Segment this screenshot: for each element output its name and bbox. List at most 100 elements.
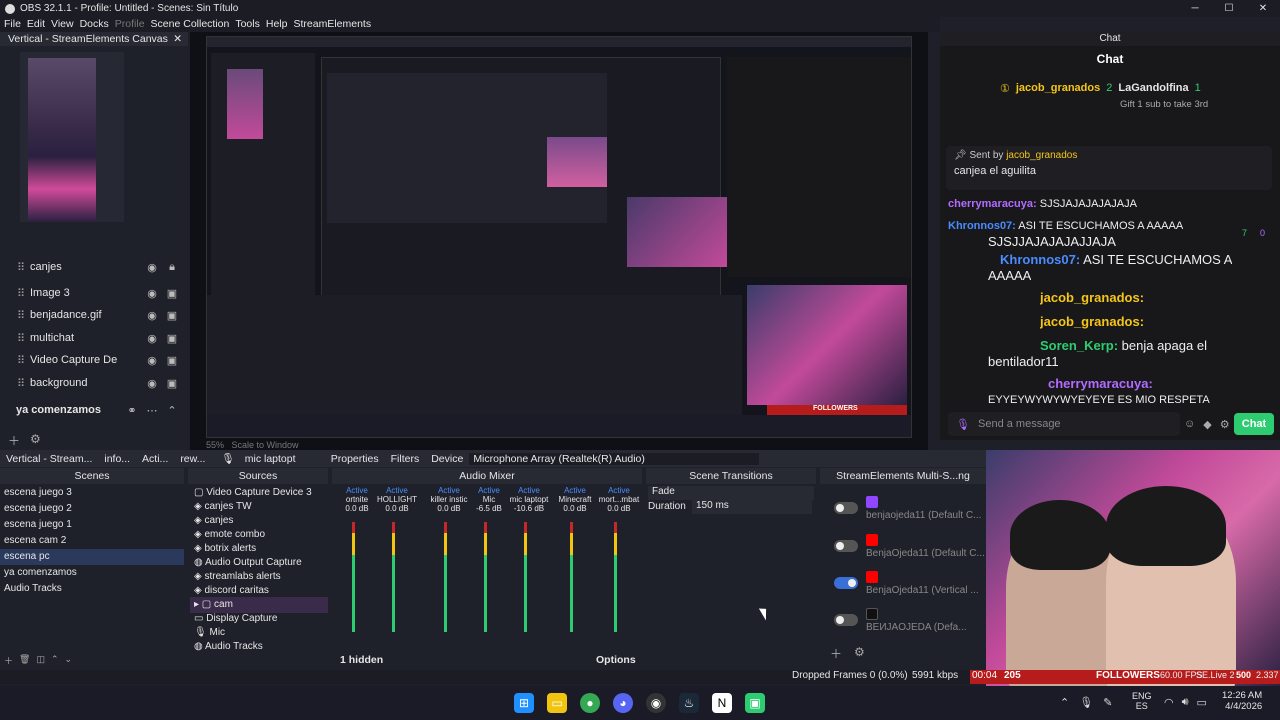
file-explorer-icon[interactable]: ▭	[547, 693, 567, 713]
filters-button[interactable]: Filters	[385, 453, 426, 465]
menu-help[interactable]: Help	[266, 17, 288, 32]
eye-icon[interactable]: ◉	[142, 261, 162, 274]
menu-file[interactable]: File	[4, 17, 21, 32]
source-item[interactable]: ◍ Audio Tracks	[190, 639, 328, 655]
close-icon[interactable]: ✕	[1246, 0, 1280, 17]
wifi-icon[interactable]: ◠	[1164, 696, 1174, 709]
mixer-channel[interactable]: Active mort...mbat 0.0 dB	[596, 486, 642, 646]
properties-button[interactable]: Properties	[325, 453, 385, 465]
lock-icon[interactable]: ▣	[162, 287, 182, 300]
menu-streamelements[interactable]: StreamElements	[293, 17, 371, 32]
dock-tab[interactable]: rew...	[174, 453, 211, 465]
lock-icon[interactable]: 🔒︎	[162, 261, 182, 274]
scene-item-selected[interactable]: escena pc	[0, 549, 184, 565]
language-indicator[interactable]: ENG ES	[1132, 691, 1152, 711]
menu-tools[interactable]: Tools	[235, 17, 260, 32]
scene-item[interactable]: Audio Tracks	[0, 581, 184, 597]
scene-item[interactable]: escena cam 2	[0, 533, 184, 549]
source-row[interactable]: ⠿ benjadance.gif ◉ ▣	[0, 304, 182, 326]
eye-icon[interactable]: ◉	[142, 287, 162, 300]
hidden-count[interactable]: 1 hidden	[340, 654, 383, 666]
output-toggle[interactable]	[834, 540, 858, 552]
volume-icon[interactable]: 🔊︎	[1182, 696, 1189, 709]
eye-icon[interactable]: ◉	[142, 377, 162, 390]
lock-icon[interactable]: ▣	[162, 377, 182, 390]
chevron-up-icon[interactable]: ⌃	[1060, 696, 1069, 709]
maximize-icon[interactable]: ☐	[1212, 0, 1246, 17]
clock[interactable]: 12:26 AM 4/4/2026	[1222, 690, 1262, 712]
menu-docks[interactable]: Docks	[80, 17, 109, 32]
bits-icon[interactable]: ◆	[1203, 418, 1211, 431]
output-toggle[interactable]	[834, 614, 858, 626]
minimize-icon[interactable]: ─	[1178, 0, 1212, 17]
mic-icon[interactable]: 🎙︎	[1079, 696, 1093, 709]
source-row[interactable]: ⠿ background ◉ ▣	[0, 372, 182, 394]
close-icon[interactable]: ✕	[173, 32, 182, 46]
drag-handle-icon[interactable]: ⠿	[12, 332, 30, 345]
gear-icon[interactable]: ⚙	[854, 645, 865, 659]
chrome-icon[interactable]: ●	[580, 693, 600, 713]
lock-icon[interactable]: ▣	[162, 309, 182, 322]
pen-icon[interactable]: ✎	[1103, 696, 1112, 709]
output-toggle[interactable]	[834, 502, 858, 514]
menu-scene-collection[interactable]: Scene Collection	[151, 17, 230, 32]
battery-icon[interactable]: ▭	[1197, 696, 1207, 709]
app-icon[interactable]: ▣	[745, 693, 765, 713]
notion-icon[interactable]: N	[712, 693, 732, 713]
chevron-down-icon[interactable]: ⌄	[65, 654, 73, 667]
chevron-up-icon[interactable]: ⌃	[51, 654, 59, 667]
mixer-options-button[interactable]: Options	[596, 654, 636, 666]
mic-icon[interactable]: 🎙︎	[956, 418, 970, 431]
dock-tab[interactable]: Vertical - Stream...	[0, 453, 98, 465]
menu-profile[interactable]: Profile	[115, 17, 145, 32]
add-icon[interactable]: ＋	[8, 432, 20, 449]
drag-handle-icon[interactable]: ⠿	[12, 261, 30, 274]
lock-icon[interactable]: ▣	[162, 332, 182, 345]
menu-view[interactable]: View	[51, 17, 74, 32]
transition-select[interactable]: Fade	[648, 486, 814, 500]
drag-handle-icon[interactable]: ⠿	[12, 309, 30, 322]
scene-item[interactable]: escena juego 1	[0, 517, 184, 533]
source-row[interactable]: ⠿ Video Capture De ◉ ▣	[0, 349, 182, 371]
chevron-up-icon[interactable]: ⌃	[162, 404, 182, 417]
gear-icon[interactable]: ⚙	[30, 432, 41, 449]
menu-edit[interactable]: Edit	[27, 17, 45, 32]
add-output-icon[interactable]: ＋	[830, 645, 842, 662]
scene-item[interactable]: ya comenzamos	[0, 565, 184, 581]
device-select[interactable]: Microphone Array (Realtek(R) Audio)	[469, 452, 760, 465]
emote-icon[interactable]: ☺	[1184, 418, 1195, 431]
source-row[interactable]: ⠿ Image 3 ◉ ▣	[0, 282, 182, 304]
scene-item[interactable]: escena juego 3	[0, 485, 184, 501]
windows-start-icon[interactable]: ⊞	[514, 693, 534, 713]
link-icon[interactable]: ⚭	[122, 404, 142, 417]
discord-icon[interactable]: ◕	[613, 693, 633, 713]
filter-icon[interactable]: ◫	[36, 654, 45, 667]
output-toggle-on[interactable]	[834, 577, 858, 589]
obs-icon[interactable]: ◉	[646, 693, 666, 713]
steam-icon[interactable]: ♨	[679, 693, 699, 713]
pinned-message[interactable]: 📌︎ Sent by jacob_granados canjea el agui…	[946, 146, 1272, 190]
mixer-channel[interactable]: Active HOLLIGHT 0.0 dB	[374, 486, 420, 646]
mixer-channel[interactable]: Active Minecraft 0.0 dB	[552, 486, 598, 646]
eye-icon[interactable]: ◉	[142, 309, 162, 322]
remove-icon[interactable]: 🗑︎	[19, 654, 30, 667]
source-row[interactable]: ⠿ canjes ◉ 🔒︎	[0, 260, 182, 274]
scene-item[interactable]: escena juego 2	[0, 501, 184, 517]
eye-icon[interactable]: ◉	[142, 354, 162, 367]
dock-tab[interactable]: info...	[98, 453, 136, 465]
drag-handle-icon[interactable]: ⠿	[12, 377, 30, 390]
send-chat-button[interactable]: Chat	[1234, 413, 1274, 435]
add-icon[interactable]: ＋	[4, 654, 13, 667]
more-icon[interactable]: ⋯	[142, 404, 162, 417]
drag-handle-icon[interactable]: ⠿	[12, 287, 30, 300]
gear-icon[interactable]: ⚙	[1220, 418, 1230, 431]
duration-input[interactable]: 150 ms	[692, 500, 812, 514]
lock-icon[interactable]: ▣	[162, 354, 182, 367]
source-row[interactable]: ⠿ multichat ◉ ▣	[0, 327, 182, 349]
group-row[interactable]: ya comenzamos ⚭ ⋯ ⌃	[0, 399, 182, 421]
eye-icon[interactable]: ◉	[142, 332, 162, 345]
dock-tab[interactable]: Acti...	[136, 453, 174, 465]
drag-handle-icon[interactable]: ⠿	[12, 354, 30, 367]
mixer-channel[interactable]: Active mic laptopt -10.6 dB	[506, 486, 552, 646]
chat-input[interactable]: Send a message	[948, 412, 1180, 436]
